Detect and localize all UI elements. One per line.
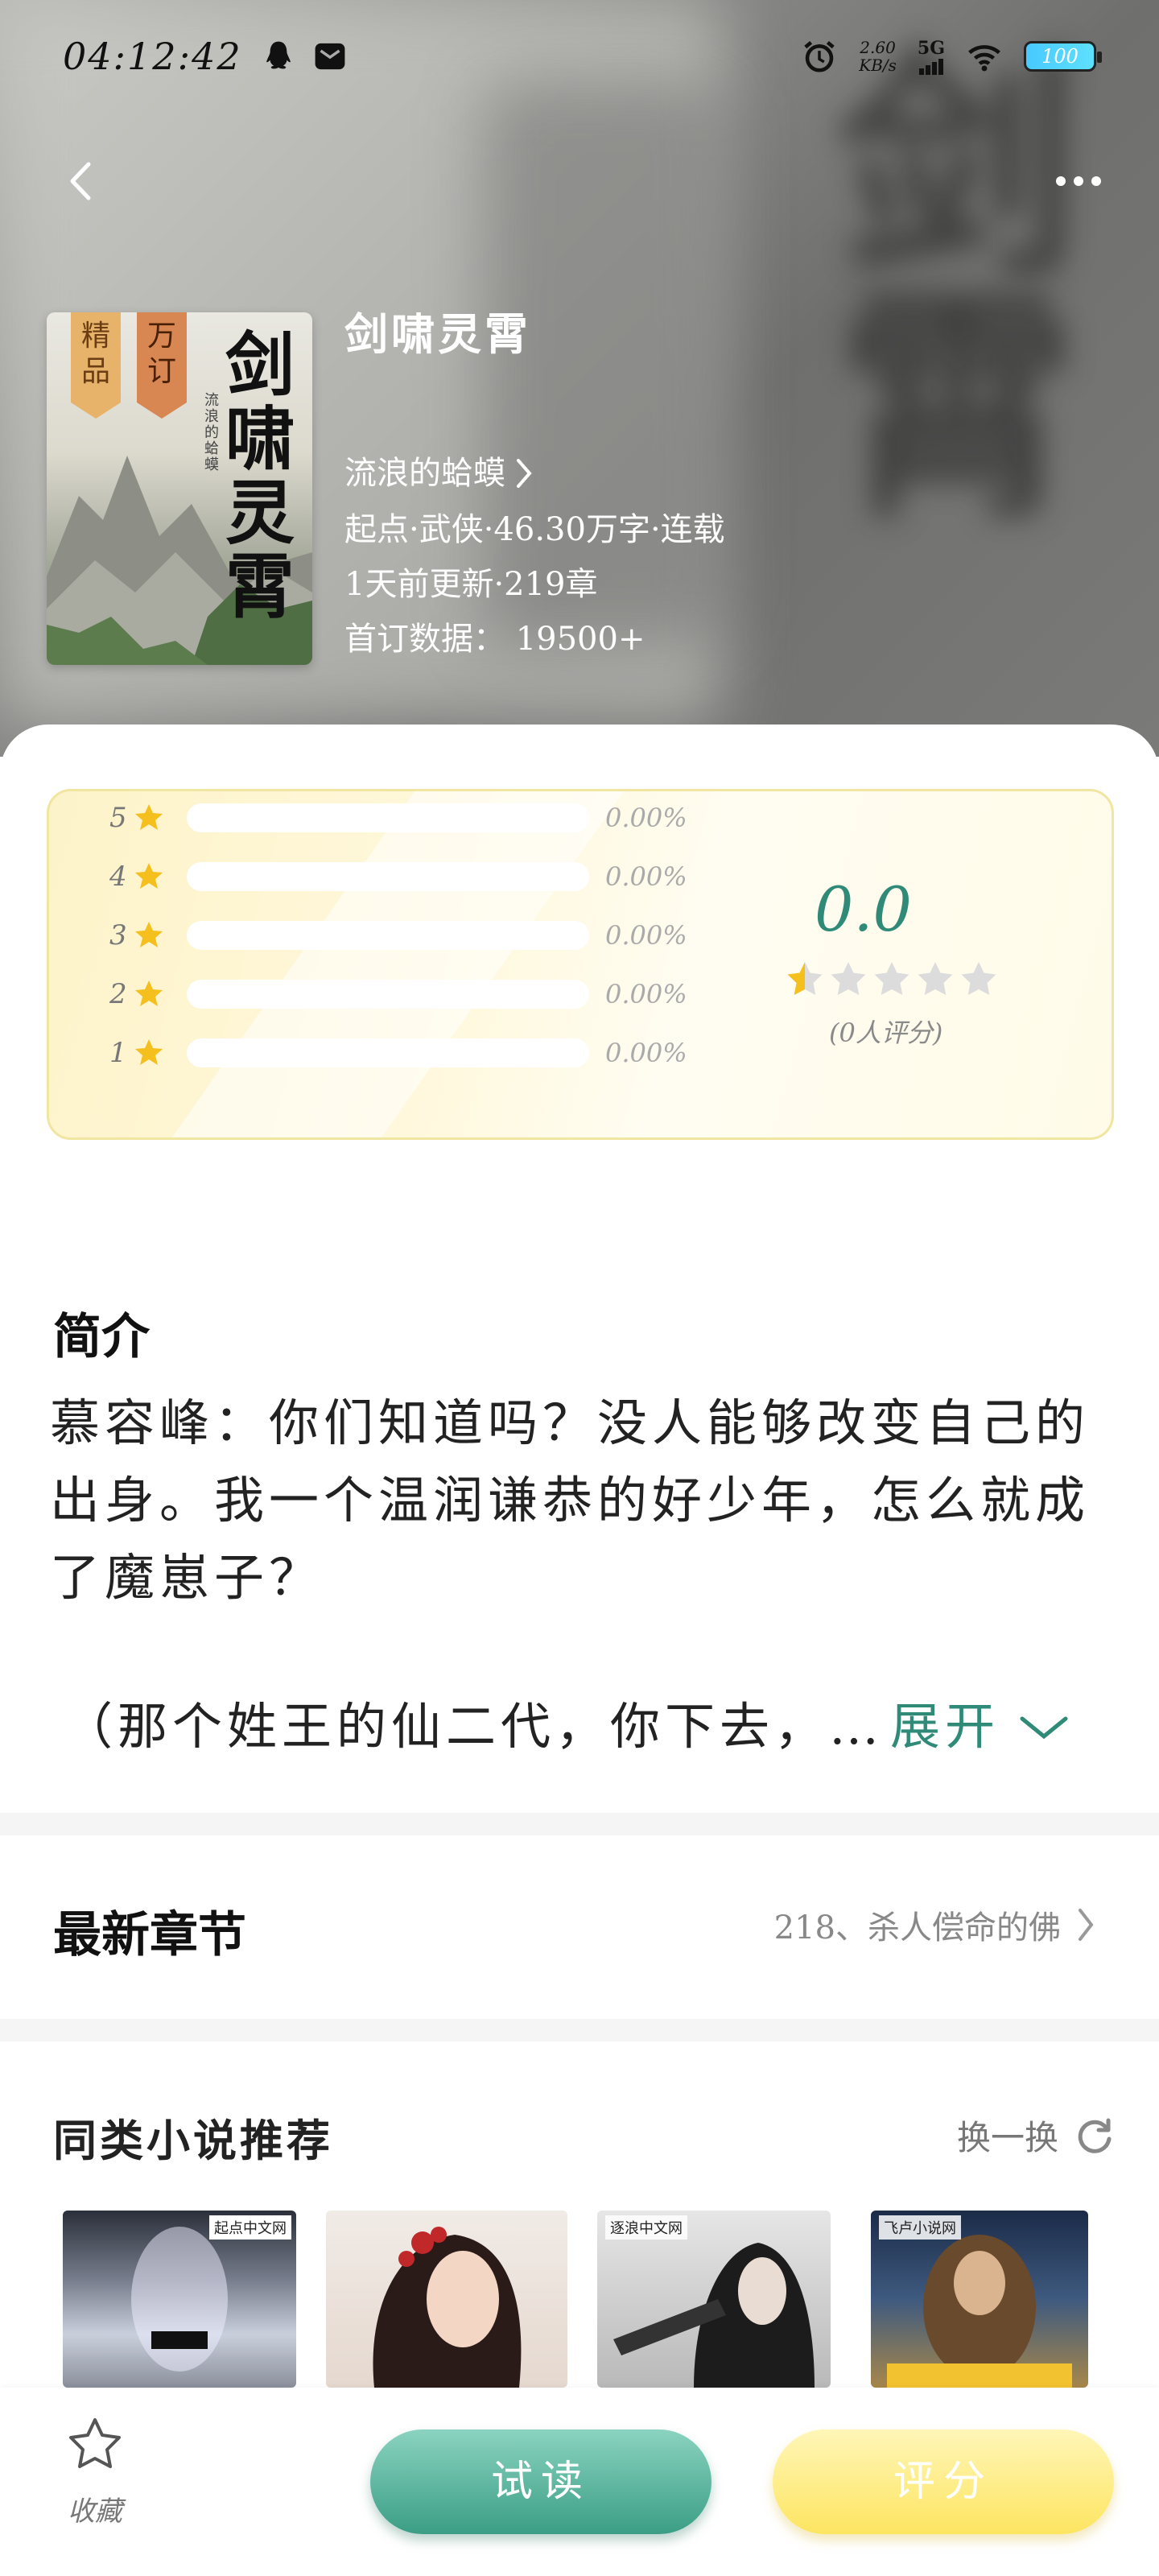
section-divider <box>0 2019 1159 2041</box>
publisher-badge: 逐浪中文网 <box>605 2215 687 2240</box>
latest-chapter-title: 最新章节 <box>53 1907 246 1963</box>
rating-bar <box>187 1038 589 1067</box>
status-bar: 04:12:42 2.60 KB/s 5G 100 <box>0 0 1159 113</box>
rating-level: 5 <box>109 802 127 834</box>
status-time: 04:12:42 <box>63 35 242 78</box>
favorite-button[interactable]: 收藏 <box>63 2415 127 2529</box>
rating-level: 3 <box>109 919 127 952</box>
rating-star-icon <box>787 962 823 995</box>
author-name: 流浪的蛤蟆 <box>344 455 505 492</box>
cover-tag-subscriptions: 万订 <box>137 312 187 419</box>
rating-bar <box>187 803 589 832</box>
star-icon <box>135 804 163 830</box>
recommend-list: 起点中文网 逐浪中文网 飞卢小说网 <box>0 2211 1159 2388</box>
refresh-icon <box>1078 2118 1112 2153</box>
intro-more-text: （那个姓王的仙二代，你下去，… <box>63 1697 885 1756</box>
book-meta: 起点·武侠·46.30万字·连载 <box>344 511 725 548</box>
section-divider <box>0 1813 1159 1835</box>
star-outline-icon <box>69 2418 121 2468</box>
star-icon <box>135 863 163 889</box>
intro-text: 慕容峰：你们知道吗？没人能够改变自己的出身。我一个温润谦恭的好少年，怎么就成了魔… <box>50 1393 1091 1607</box>
rating-bar <box>187 980 589 1009</box>
refresh-button[interactable]: 换一换 <box>957 2111 1115 2160</box>
more-dot-icon <box>1056 176 1066 186</box>
alarm-icon <box>804 40 835 72</box>
back-button[interactable] <box>56 157 105 205</box>
publisher-badge: 起点中文网 <box>209 2215 291 2240</box>
publisher-badge: 飞卢小说网 <box>879 2215 961 2240</box>
signal-icon <box>918 59 943 75</box>
battery-icon: 100 <box>1024 41 1102 72</box>
book-info: 剑啸灵霄 流浪的蛤蟆 起点·武侠·46.30万字·连载 1天前更新·219章 首… <box>344 306 725 667</box>
star-icon <box>135 922 163 947</box>
book-update: 1天前更新·219章 <box>344 566 598 603</box>
rating-percent: 0.00% <box>605 803 687 833</box>
cover-title: 剑啸灵霄 <box>225 325 295 628</box>
more-dot-icon <box>1074 176 1083 186</box>
rate-button[interactable]: 评分 <box>773 2429 1114 2534</box>
more-options-button[interactable] <box>1046 157 1111 205</box>
cover-author: 流浪的蛤蟆 <box>204 392 219 473</box>
rating-level: 4 <box>109 861 127 893</box>
recommend-book[interactable]: 飞卢小说网 <box>871 2211 1088 2388</box>
qq-icon <box>266 41 291 69</box>
recommend-book[interactable] <box>326 2211 567 2388</box>
net-speed: 2.60 KB/s <box>859 38 897 75</box>
intro-title: 简介 <box>53 1309 150 1365</box>
network-type: 5G <box>917 38 945 59</box>
rating-bar <box>187 921 589 950</box>
rating-row: 3 0.00% <box>109 915 687 956</box>
rating-row: 5 0.00% <box>109 798 687 838</box>
rating-level: 2 <box>109 978 127 1010</box>
mail-icon <box>315 43 345 70</box>
rating-level: 1 <box>109 1037 127 1069</box>
star-icon <box>135 980 163 1006</box>
intro-truncated: （那个姓王的仙二代，你下去，… 展开 <box>63 1690 1109 1763</box>
rating-percent: 0.00% <box>605 920 687 951</box>
rating-percent: 0.00% <box>605 1038 687 1068</box>
try-read-button[interactable]: 试读 <box>370 2429 711 2534</box>
chevron-right-icon <box>1079 1909 1094 1941</box>
rating-star-icon <box>918 962 953 995</box>
star-icon <box>135 1039 163 1065</box>
chevron-left-icon <box>70 162 91 200</box>
recommend-book[interactable]: 起点中文网 <box>63 2211 296 2388</box>
rating-star-icon <box>874 962 909 995</box>
latest-chapter-name: 218、杀人偿命的佛 <box>773 1909 1061 1946</box>
rating-percent: 0.00% <box>605 979 687 1009</box>
book-cover-art <box>373 2227 522 2388</box>
cover-tag-boutique: 精品 <box>71 312 121 419</box>
rating-count: (0人评分) <box>829 1018 943 1048</box>
book-title: 剑啸灵霄 <box>344 308 531 360</box>
expand-label: 展开 <box>890 1697 1000 1756</box>
rating-row: 2 0.00% <box>109 974 687 1014</box>
latest-chapter-link[interactable]: 218、杀人偿命的佛 <box>774 1901 1096 1948</box>
rating-star-icon <box>961 962 996 995</box>
author-link[interactable]: 流浪的蛤蟆 <box>344 451 725 496</box>
rating-bar <box>187 862 589 891</box>
rating-stars <box>785 960 999 1000</box>
rating-row: 1 0.00% <box>109 1033 687 1073</box>
chevron-down-icon <box>1020 1716 1068 1740</box>
rating-row: 4 0.00% <box>109 857 687 897</box>
chevron-right-icon <box>517 459 532 488</box>
more-dot-icon <box>1091 176 1101 186</box>
favorite-label: 收藏 <box>68 2496 122 2528</box>
wifi-icon <box>968 45 1000 72</box>
book-first-sub: 首订数据： 19500+ <box>344 621 645 658</box>
recommend-title: 同类小说推荐 <box>53 2115 333 2166</box>
rating-score: 0.0 <box>815 873 912 945</box>
refresh-label: 换一换 <box>956 2118 1058 2157</box>
rating-percent: 0.00% <box>605 861 687 892</box>
book-cover: 精品 万订 剑啸灵霄 流浪的蛤蟆 <box>47 312 312 665</box>
expand-button[interactable]: 展开 <box>890 1690 1072 1763</box>
recommend-book[interactable]: 逐浪中文网 <box>597 2211 831 2388</box>
rating-star-icon <box>831 962 866 995</box>
